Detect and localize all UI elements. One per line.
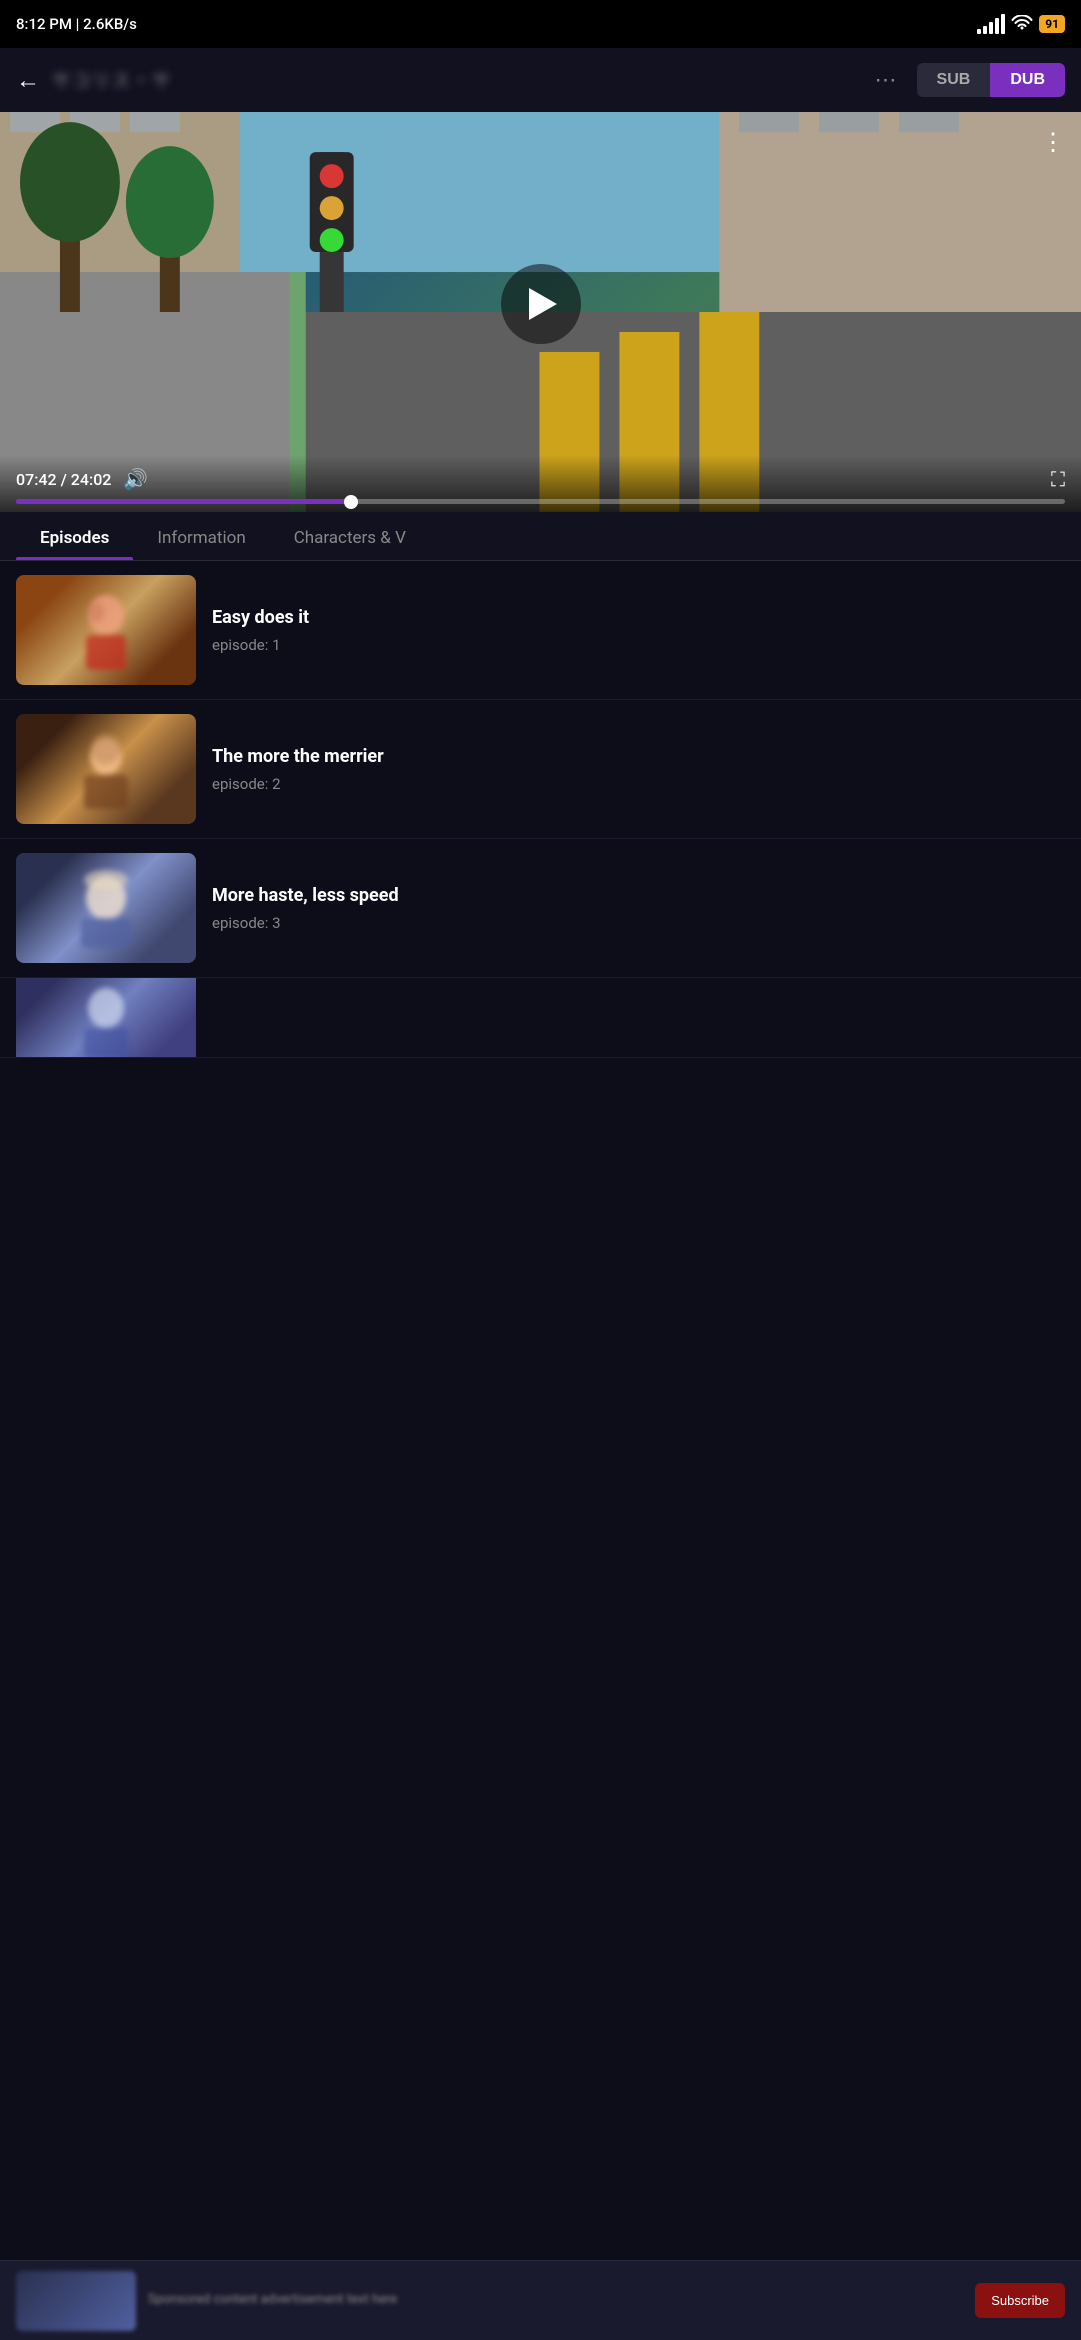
status-time: 8:12 PM | 2.6KB/s [16,15,137,33]
episode-2-info: The more the merrier episode: 2 [212,745,1065,792]
ad-button[interactable]: Subscribe [975,2283,1065,2318]
sub-dub-toggle: SUB DUB [917,63,1065,97]
current-time: 07:42 / 24:02 [16,470,111,489]
wifi-icon [1011,15,1033,33]
episode-2-title: The more the merrier [212,745,1065,768]
tab-episodes[interactable]: Episodes [16,512,133,560]
episode-1-number: episode: 1 [212,636,1065,654]
nav-title: サコリス・サ [52,67,875,93]
volume-icon[interactable]: 🔊 [123,467,148,491]
episode-4-info [212,1015,1065,1021]
status-bar: 8:12 PM | 2.6KB/s 91 [0,0,1081,48]
back-button[interactable]: ← [16,66,40,95]
episode-1-thumbnail [16,575,196,685]
sub-button[interactable]: SUB [917,63,991,97]
episode-3-info: More haste, less speed episode: 3 [212,884,1065,931]
tabs-row: Episodes Information Characters & V [0,512,1081,561]
player-controls: 07:42 / 24:02 🔊 ⛶ [0,455,1081,512]
tab-information[interactable]: Information [133,512,269,560]
play-button[interactable] [501,264,581,344]
progress-bar[interactable] [16,499,1065,504]
dub-button[interactable]: DUB [990,63,1065,97]
episode-item[interactable]: More haste, less speed episode: 3 [0,839,1081,978]
player-time-row: 07:42 / 24:02 🔊 ⛶ [16,467,1065,491]
ad-thumbnail [16,2271,136,2331]
episode-2-thumbnail [16,714,196,824]
play-icon [529,288,557,320]
signal-icon [977,14,1005,34]
fullscreen-icon[interactable]: ⛶ [1051,467,1065,491]
ad-text: Sponsored content advertisement text her… [148,2291,963,2309]
episode-2-number: episode: 2 [212,775,1065,793]
episode-item[interactable]: Easy does it episode: 1 [0,561,1081,700]
episode-4-thumbnail [16,978,196,1058]
battery-badge: 91 [1039,15,1065,33]
ad-banner: Sponsored content advertisement text her… [0,2260,1081,2340]
episode-3-number: episode: 3 [212,914,1065,932]
episode-item[interactable] [0,978,1081,1058]
progress-fill [16,499,352,504]
video-player[interactable]: ⋮ 07:42 / 24:02 🔊 ⛶ [0,112,1081,512]
episode-1-title: Easy does it [212,606,1065,629]
episode-1-info: Easy does it episode: 1 [212,606,1065,653]
progress-thumb[interactable] [344,495,358,509]
episode-3-thumbnail [16,853,196,963]
episodes-list: Easy does it episode: 1 The more the mer… [0,561,1081,1158]
video-more-button[interactable]: ⋮ [1041,128,1065,156]
top-nav: ← サコリス・サ ⋯ SUB DUB [0,48,1081,112]
episode-item[interactable]: The more the merrier episode: 2 [0,700,1081,839]
status-icons: 91 [977,14,1065,34]
episode-3-title: More haste, less speed [212,884,1065,907]
tab-characters[interactable]: Characters & V [270,512,430,560]
more-options-button[interactable]: ⋯ [875,68,897,93]
